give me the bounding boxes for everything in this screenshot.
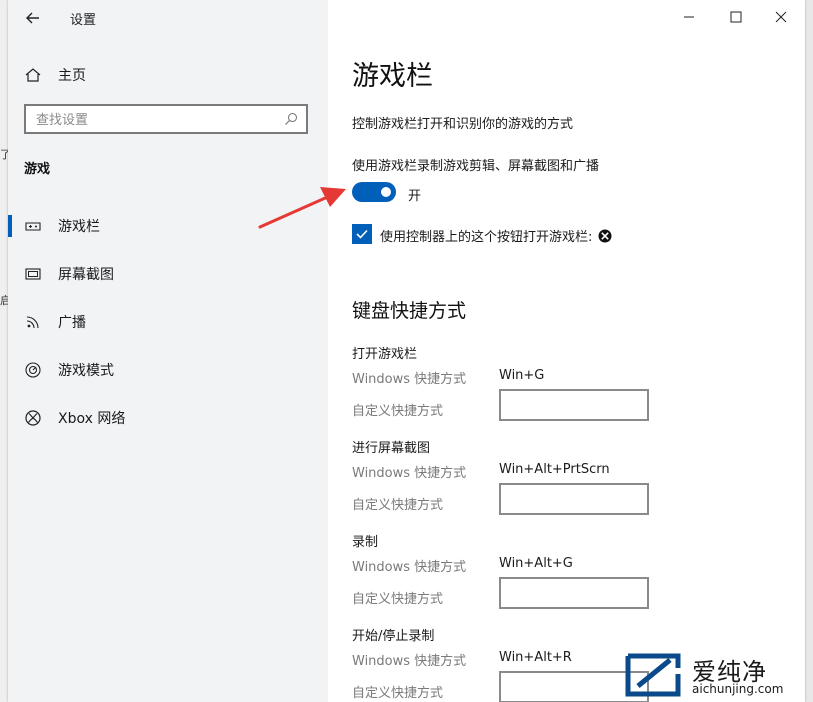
custom-shortcut-label: 自定义快捷方式	[352, 498, 444, 513]
capture-icon	[25, 268, 41, 280]
xbox-icon	[598, 229, 612, 242]
controller-button-checkbox[interactable]	[352, 224, 372, 244]
game-mode-icon	[25, 362, 41, 378]
search-box[interactable]	[24, 104, 308, 134]
toggle-knob	[381, 187, 391, 197]
custom-shortcut-input[interactable]	[499, 577, 649, 609]
sidebar-item-xbox-network[interactable]: Xbox 网络	[8, 400, 328, 436]
windows-shortcut-value: Win+Alt+G	[499, 556, 573, 571]
controller-checkbox-label-wrap: 使用控制器上的这个按钮打开游戏栏:	[380, 226, 612, 245]
windows-shortcut-value: Win+Alt+PrtScrn	[499, 462, 610, 477]
shortcut-group-title: 打开游戏栏	[352, 347, 418, 362]
windows-shortcut-label: Windows 快捷方式	[352, 560, 467, 575]
custom-shortcut-input[interactable]	[499, 483, 649, 515]
sidebar-item-label: 游戏栏	[58, 219, 100, 235]
main-content: 游戏栏 控制游戏栏打开和识别你的游戏的方式 使用游戏栏录制游戏剪辑、屏幕截图和广…	[352, 0, 792, 702]
watermark-logo: 爱纯净 aichunjing.com	[620, 648, 813, 702]
xbox-icon	[25, 410, 41, 426]
sidebar-item-broadcast[interactable]: 广播	[8, 304, 328, 340]
custom-shortcut-label: 自定义快捷方式	[352, 592, 444, 607]
shortcut-group-title: 开始/停止录制	[352, 629, 435, 644]
shortcut-group-title: 进行屏幕截图	[352, 441, 431, 456]
search-input[interactable]	[36, 111, 276, 129]
custom-shortcut-label: 自定义快捷方式	[352, 686, 444, 701]
nav-home[interactable]: 主页	[24, 62, 86, 88]
windows-shortcut-label: Windows 快捷方式	[352, 372, 467, 387]
annotation-arrow	[258, 187, 346, 229]
windows-shortcut-value: Win+Alt+R	[499, 650, 572, 665]
sidebar-item-label: Xbox 网络	[58, 411, 126, 427]
section-label-games: 游戏	[24, 162, 51, 177]
shortcuts-heading: 键盘快捷方式	[352, 300, 467, 322]
page-title: 游戏栏	[352, 61, 433, 92]
windows-shortcut-value: Win+G	[499, 368, 545, 383]
back-arrow-icon[interactable]	[22, 7, 44, 29]
window-title: 设置	[70, 13, 97, 28]
toggle-state-label: 开	[408, 189, 422, 204]
record-toggle-switch[interactable]	[352, 182, 396, 202]
checkmark-icon	[356, 229, 368, 239]
windows-shortcut-label: Windows 快捷方式	[352, 654, 467, 669]
shortcut-group-title: 录制	[352, 535, 379, 550]
custom-shortcut-input[interactable]	[499, 389, 649, 421]
search-icon	[285, 112, 298, 125]
home-icon	[25, 68, 41, 82]
game-bar-icon	[25, 222, 41, 231]
record-toggle-label: 使用游戏栏录制游戏剪辑、屏幕截图和广播	[352, 159, 600, 174]
sidebar-item-game-mode[interactable]: 游戏模式	[8, 352, 328, 388]
sidebar-item-label: 屏幕截图	[58, 267, 114, 283]
page-description: 控制游戏栏打开和识别你的游戏的方式	[352, 117, 574, 132]
sidebar-item-label: 游戏模式	[58, 363, 114, 379]
windows-shortcut-label: Windows 快捷方式	[352, 466, 467, 481]
sidebar-item-label: 广播	[58, 315, 86, 331]
background-text-fragment: 了	[0, 148, 8, 161]
background-text-fragment: 启	[0, 294, 8, 307]
settings-window: 设置 主页 游戏 游戏栏 屏幕截图 广播 游戏模式 Xbox 网络	[8, 0, 805, 702]
nav-home-label: 主页	[58, 68, 86, 84]
aichunjing-logo-icon	[625, 653, 681, 697]
broadcast-icon	[26, 316, 39, 329]
sidebar-item-capture[interactable]: 屏幕截图	[8, 256, 328, 292]
custom-shortcut-label: 自定义快捷方式	[352, 404, 444, 419]
controller-checkbox-label: 使用控制器上的这个按钮打开游戏栏:	[380, 230, 593, 245]
watermark-url: aichunjing.com	[692, 682, 784, 696]
background-window-strip-right	[805, 0, 813, 702]
